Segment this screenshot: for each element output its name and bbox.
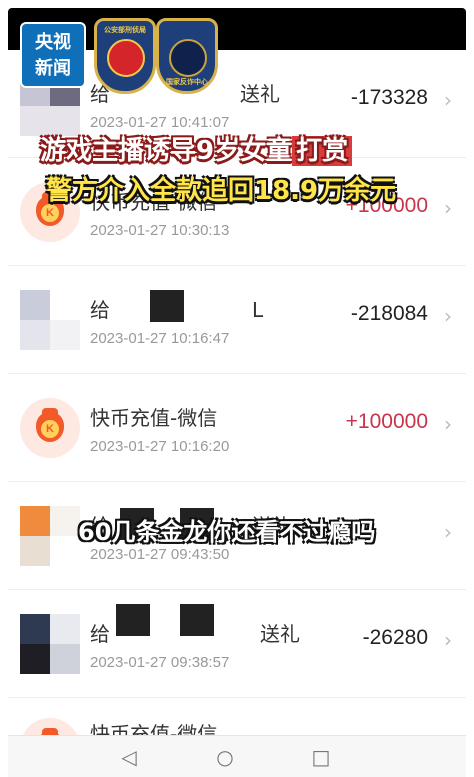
redaction-block [116, 604, 150, 636]
transaction-time: 2023-01-27 10:30:13 [90, 222, 230, 239]
chevron-right-icon: › [444, 196, 452, 220]
redaction-block [150, 290, 184, 322]
phone-screen: 给送礼 2023-01-27 10:41:07 -173328 › K 快币充值… [0, 0, 474, 777]
transaction-amount: -218084 [350, 302, 428, 325]
caption-headline: 游戏主播诱导9岁女童 打赏 [40, 130, 353, 167]
redaction-block [180, 604, 214, 636]
money-bag-icon: K [20, 718, 80, 735]
transaction-title: 快币充值-微信 [90, 406, 218, 430]
chevron-right-icon: › [444, 628, 452, 652]
caption-subheadline: 警方介入全款追回18.9万余元 [46, 176, 397, 206]
transaction-title: 快币充值-微信 [90, 722, 218, 735]
transaction-row[interactable]: 给送礼 2023-01-27 09:38:57 -26280 › [8, 590, 466, 698]
transaction-row[interactable]: K 快币充值-微信 [8, 698, 466, 735]
anti-fraud-badge-icon: 国家反诈中心 [156, 18, 218, 94]
chevron-right-icon: › [444, 88, 452, 112]
transaction-amount: +100000 [345, 410, 428, 433]
back-icon[interactable]: ◁ [116, 744, 142, 770]
transaction-time: 2023-01-27 09:38:57 [90, 654, 230, 671]
caption-quote: 60几条金龙你还看不过瘾吗 [78, 518, 376, 546]
transaction-time: 2023-01-27 10:16:47 [90, 330, 230, 347]
recent-apps-icon[interactable]: □ [308, 744, 334, 770]
avatar [20, 614, 80, 674]
transaction-amount: -173328 [350, 86, 428, 109]
chevron-right-icon: › [444, 412, 452, 436]
transaction-time: 2023-01-27 09:43:50 [90, 546, 230, 563]
police-badge-icon: 公安部刑侦局 [94, 18, 156, 94]
cctv-news-logo: 央视 新闻 [20, 22, 86, 88]
home-icon[interactable]: ○ [212, 744, 238, 770]
chevron-right-icon: › [444, 520, 452, 544]
avatar [20, 506, 80, 566]
chevron-right-icon: › [444, 304, 452, 328]
transaction-time: 2023-01-27 10:16:20 [90, 438, 230, 455]
system-nav-bar: ◁ ○ □ [8, 735, 466, 777]
transaction-time: 2023-01-27 10:41:07 [90, 114, 230, 131]
money-bag-icon: K [20, 398, 80, 458]
transaction-row[interactable]: K 快币充值-微信 2023-01-27 10:16:20 +100000 › [8, 374, 466, 482]
avatar [20, 290, 80, 350]
transaction-amount: -26280 [362, 626, 428, 649]
transaction-row[interactable]: 给L 2023-01-27 10:16:47 -218084 › [8, 266, 466, 374]
